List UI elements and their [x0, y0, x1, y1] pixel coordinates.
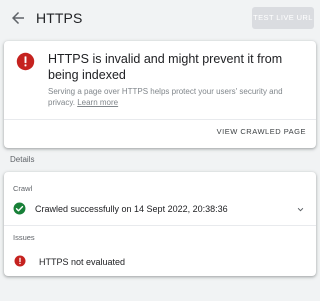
test-live-url-button[interactable]: TEST LIVE URL: [252, 7, 314, 29]
alert-title: HTTPS is invalid and might prevent it fr…: [48, 52, 283, 82]
back-arrow-icon[interactable]: [9, 9, 27, 27]
issue-text: HTTPS not evaluated: [39, 257, 126, 267]
chevron-down-icon[interactable]: [295, 204, 306, 215]
alert-description: Serving a page over HTTPS helps protect …: [48, 86, 310, 108]
crawl-status-text: Crawled successfully on 14 Sept 2022, 20…: [35, 204, 228, 214]
error-icon: [14, 255, 26, 267]
crawl-heading: Crawl: [13, 184, 33, 193]
details-card: Crawl Crawled successfully on 14 Sept 20…: [4, 172, 316, 276]
error-icon: [16, 52, 35, 71]
page-title: HTTPS: [36, 10, 83, 26]
check-circle-icon: [13, 202, 26, 215]
top-bar: HTTPS TEST LIVE URL: [0, 0, 320, 36]
issues-heading: Issues: [13, 233, 35, 242]
issue-row: HTTPS not evaluated: [4, 252, 316, 270]
card-divider: [4, 119, 316, 120]
https-status-card: HTTPS is invalid and might prevent it fr…: [4, 41, 316, 148]
details-divider: [4, 225, 316, 226]
view-crawled-page-button[interactable]: VIEW CRAWLED PAGE: [217, 127, 306, 136]
crawl-status-row[interactable]: Crawled successfully on 14 Sept 2022, 20…: [4, 198, 316, 222]
learn-more-link[interactable]: Learn more: [77, 98, 118, 107]
details-section-label: Details: [10, 155, 35, 164]
